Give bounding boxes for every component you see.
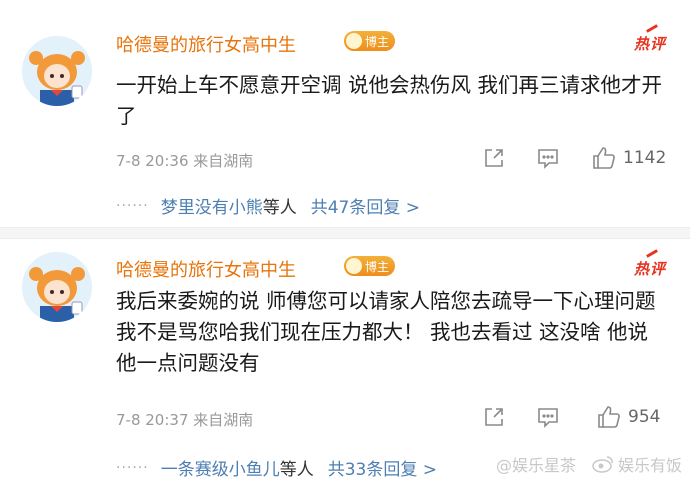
like-count: 954 xyxy=(628,407,661,427)
reply-button[interactable] xyxy=(537,147,559,169)
blogger-badge: 博主 xyxy=(344,31,396,51)
comment-meta: 7-8 20:36 来自湖南 xyxy=(116,152,254,170)
badge-label: 博主 xyxy=(365,259,390,274)
comment-text: 一开始上车不愿意开空调 说他会热伤风 我们再三请求他才开了 xyxy=(116,73,663,128)
crown-icon xyxy=(346,258,362,274)
hot-comment-label: 热评 xyxy=(633,35,666,53)
share-icon xyxy=(485,149,503,167)
like-button[interactable]: 954 xyxy=(596,404,660,430)
blogger-badge: 博主 xyxy=(344,256,396,276)
badge-label: 博主 xyxy=(365,34,390,49)
reply-names[interactable]: 梦里没有小熊 xyxy=(161,193,263,218)
weibo-logo-icon xyxy=(592,456,613,473)
avatar[interactable] xyxy=(22,252,92,322)
dots-icon: ······ xyxy=(116,459,149,476)
crown-icon xyxy=(346,33,362,49)
share-icon xyxy=(485,408,503,426)
username[interactable]: 哈德曼的旅行女高中生 xyxy=(116,256,296,282)
replies-summary[interactable]: ······ 一条赛级小鱼儿 等人 共33条回复 > xyxy=(116,455,437,481)
replies-summary[interactable]: ······ 梦里没有小熊 等人 共47条回复 > xyxy=(116,193,420,219)
like-icon xyxy=(598,406,620,428)
reply-suffix: 等人 xyxy=(279,460,314,480)
divider xyxy=(0,227,690,239)
username[interactable]: 哈德曼的旅行女高中生 xyxy=(116,31,296,57)
reply-button[interactable] xyxy=(537,406,559,428)
comment-text: 我后来委婉的说 师傅您可以请家人陪您去疏导一下心理问题 我不是骂您哈我们现在压力… xyxy=(116,289,656,375)
like-icon xyxy=(593,147,615,169)
like-count: 1142 xyxy=(623,148,667,168)
share-button[interactable] xyxy=(483,147,505,169)
comment-icon xyxy=(538,408,558,428)
comment-meta: 7-8 20:37 来自湖南 xyxy=(116,411,254,429)
like-button[interactable]: 1142 xyxy=(591,145,666,171)
watermark-left: @娱乐星茶 xyxy=(495,456,576,475)
hot-comment-label: 热评 xyxy=(633,260,666,278)
watermark-right: 娱乐有饭 xyxy=(617,456,682,475)
reply-total-link[interactable]: 共33条回复 > xyxy=(328,455,437,480)
reply-total-link[interactable]: 共47条回复 > xyxy=(311,193,420,218)
share-button[interactable] xyxy=(483,406,505,428)
watermark: @娱乐星茶 娱乐有饭 xyxy=(496,452,682,476)
avatar[interactable] xyxy=(22,36,92,106)
dots-icon: ······ xyxy=(116,197,149,214)
reply-names[interactable]: 一条赛级小鱼儿 xyxy=(161,455,280,480)
comment-icon xyxy=(538,149,558,169)
reply-suffix: 等人 xyxy=(262,198,297,218)
